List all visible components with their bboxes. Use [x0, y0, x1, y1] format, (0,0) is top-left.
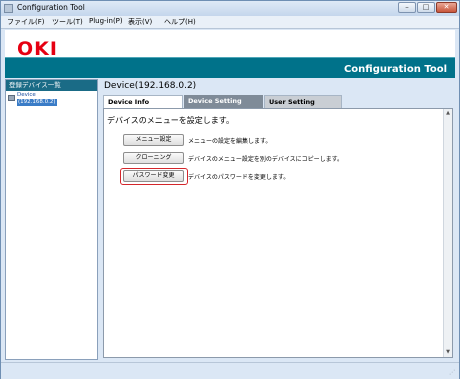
resize-grip-icon[interactable]: ⋰ — [449, 369, 457, 377]
scroll-up-icon[interactable]: ▲ — [444, 109, 452, 118]
main-area: Device(192.168.0.2) Device Info Device S… — [100, 79, 455, 360]
device-list-item[interactable]: Device (192.168.0.2) — [8, 92, 96, 108]
menu-tools[interactable]: ツール(T) — [52, 17, 83, 27]
change-password-description: デバイスのパスワードを変更します。 — [188, 174, 290, 181]
window-title: Configuration Tool — [17, 3, 85, 12]
device-ip: (192.168.0.2) — [17, 99, 57, 106]
application-window: Configuration Tool – □ ✕ ファイル(F) ツール(T) … — [0, 0, 460, 379]
app-icon — [4, 4, 13, 13]
cloning-button[interactable]: クローニング — [123, 152, 184, 164]
panel-heading: デバイスのメニューを設定します。 — [107, 116, 234, 125]
sidebar-header: 登録デバイス一覧 — [6, 80, 97, 91]
printer-icon — [8, 95, 15, 101]
menu-bar: ファイル(F) ツール(T) Plug-in(P) 表示(V) ヘルプ(H) — [1, 16, 459, 29]
maximize-button[interactable]: □ — [417, 2, 435, 13]
title-bar[interactable]: Configuration Tool – □ ✕ — [1, 1, 459, 16]
tab-user-setting[interactable]: User Setting — [264, 95, 342, 108]
change-password-button[interactable]: パスワード変更 — [123, 170, 184, 182]
banner-title: Configuration Tool — [343, 64, 447, 75]
status-bar: ⋰ — [1, 362, 459, 379]
menu-file[interactable]: ファイル(F) — [7, 17, 45, 27]
tab-device-setting[interactable]: Device Setting — [184, 95, 263, 108]
menu-plugin[interactable]: Plug-in(P) — [89, 17, 123, 25]
menu-view[interactable]: 表示(V) — [128, 17, 152, 27]
tab-device-info[interactable]: Device Info — [103, 95, 183, 108]
device-title: Device(192.168.0.2) — [104, 81, 197, 91]
minimize-button[interactable]: – — [398, 2, 416, 13]
menu-settings-description: メニューの設定を編集します。 — [188, 138, 272, 145]
settings-panel: デバイスのメニューを設定します。 メニュー設定 メニューの設定を編集します。 ク… — [103, 108, 453, 358]
menu-help[interactable]: ヘルプ(H) — [164, 17, 196, 27]
vertical-scrollbar[interactable]: ▲ ▼ — [443, 109, 452, 357]
scroll-down-icon[interactable]: ▼ — [444, 348, 452, 357]
close-button[interactable]: ✕ — [436, 2, 457, 13]
banner: OKI Configuration Tool — [5, 30, 455, 78]
cloning-description: デバイスのメニュー設定を別のデバイスにコピーします。 — [188, 156, 344, 163]
menu-settings-button[interactable]: メニュー設定 — [123, 134, 184, 146]
device-name: Device — [17, 92, 36, 98]
device-list-sidebar: 登録デバイス一覧 Device (192.168.0.2) — [5, 79, 98, 360]
